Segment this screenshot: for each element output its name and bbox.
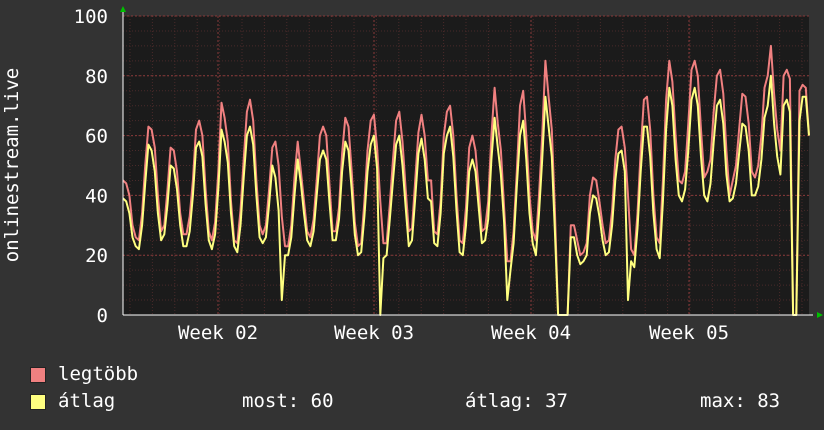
x-tick-label: Week 05: [649, 322, 729, 344]
y-tick-label: 40: [85, 185, 108, 207]
legend-label-max: legtöbb: [58, 363, 139, 385]
x-tick-label: Week 04: [491, 322, 571, 344]
y-tick-label: 20: [85, 245, 108, 267]
stat-avg: átlag: 37: [465, 390, 568, 412]
x-axis-arrow-icon: [817, 312, 823, 318]
y-tick-label: 60: [85, 126, 108, 148]
y-axis-arrow-icon: [120, 6, 126, 12]
legend-label-avg: átlag: [58, 390, 116, 412]
x-tick-label: Week 03: [334, 322, 414, 344]
y-tick-label: 0: [97, 305, 108, 327]
x-tick-label: Week 02: [178, 322, 258, 344]
y-axis-label: onlinestream.live: [1, 68, 23, 262]
stat-max: max: 83: [700, 390, 781, 412]
legend-swatch-avg: [30, 394, 46, 410]
y-tick-label: 100: [74, 6, 108, 28]
stat-now: most: 60: [242, 390, 334, 412]
y-tick-label: 80: [85, 66, 108, 88]
legend-swatch-max: [30, 367, 46, 383]
